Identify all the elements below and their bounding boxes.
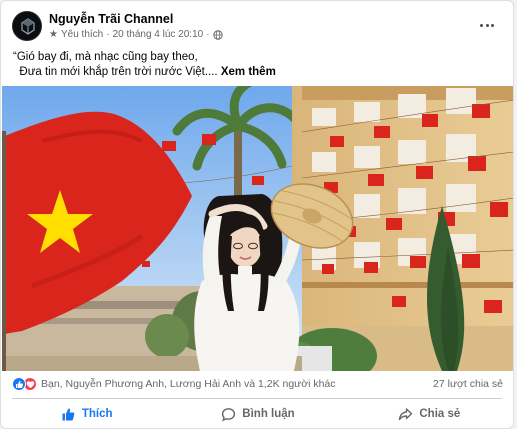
thumbs-up-icon	[62, 408, 75, 420]
comment-icon	[222, 407, 236, 421]
post-actions: Thích Bình luận Chia sẻ	[1, 400, 513, 428]
more-options-dot	[485, 23, 489, 27]
heart-glyph	[26, 380, 34, 388]
share-icon	[399, 407, 413, 420]
reaction-icons[interactable]	[12, 377, 38, 391]
caption-line-2-text: Đưa tin mới khắp trên trời nước Việt....	[13, 66, 218, 78]
comment-button[interactable]: Bình luận	[172, 400, 343, 428]
star-icon: ★	[49, 29, 58, 40]
see-more-link[interactable]: Xem thêm	[221, 66, 276, 78]
share-button[interactable]: Chia sẻ	[344, 400, 513, 428]
meta-separator: ·	[106, 29, 110, 40]
globe-icon	[212, 29, 223, 40]
meta-separator-2: ·	[206, 29, 210, 40]
page-name-link[interactable]: Nguyễn Trãi Channel	[49, 12, 173, 26]
post-header: Nguyễn Trãi Channel ★ Yêu thích · 20 thá…	[1, 1, 513, 45]
more-options-dot	[490, 23, 494, 27]
comment-button-label: Bình luận	[242, 408, 295, 420]
post-card: Nguyễn Trãi Channel ★ Yêu thích · 20 thá…	[0, 0, 514, 429]
caption-line-2: Đưa tin mới khắp trên trời nước Việt....…	[13, 65, 276, 80]
channel-logo-icon	[13, 12, 41, 40]
more-options-icon	[480, 23, 484, 27]
like-button[interactable]: Thích	[1, 400, 172, 428]
like-button-label: Thích	[81, 408, 113, 420]
favorite-badge-label: Yêu thích	[60, 29, 104, 40]
page-avatar[interactable]	[12, 11, 42, 41]
share-button-label: Chia sẻ	[419, 408, 461, 420]
post-meta: ★ Yêu thích · 20 tháng 4 lúc 20:10 ·	[49, 29, 223, 40]
actions-divider	[12, 398, 502, 399]
post-media-image	[2, 86, 513, 371]
more-options-button[interactable]	[473, 13, 501, 37]
like-icon	[12, 377, 26, 391]
video-thumbnail[interactable]	[2, 86, 513, 371]
post-caption: “Gió bay đi, mà nhạc cũng bay theo, Đưa …	[13, 50, 276, 80]
reactions-summary: Bạn, Nguyễn Phương Anh, Lương Hải Anh và…	[1, 373, 513, 395]
post-timestamp[interactable]: 20 tháng 4 lúc 20:10	[113, 29, 204, 40]
caption-line-1: “Gió bay đi, mà nhạc cũng bay theo,	[13, 51, 198, 63]
reactions-count-text[interactable]: Bạn, Nguyễn Phương Anh, Lương Hải Anh và…	[41, 378, 336, 390]
thumbs-up-glyph	[15, 380, 23, 388]
shares-count-text[interactable]: 27 lượt chia sẻ	[433, 378, 503, 390]
